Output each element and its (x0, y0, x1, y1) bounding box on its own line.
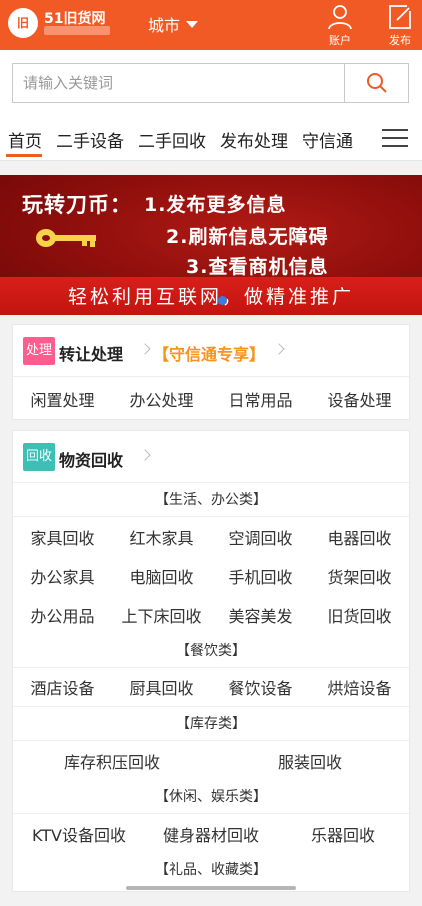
link-clothing-recycling[interactable]: 服装回收 (211, 749, 409, 773)
recycling-badge: 回收 (23, 443, 55, 471)
link-office-disposal[interactable]: 办公处理 (112, 387, 211, 411)
hamburger-icon[interactable] (382, 129, 408, 149)
transfer-header[interactable]: 处理 转让处理 【守信通专享】 (13, 325, 409, 377)
promo-banner[interactable]: 玩转刀币： 1.发布更多信息 2.刷新信息无障碍 3.查看商机信息 轻松利用互联… (0, 175, 422, 315)
link-furniture-recycling[interactable]: 家具回收 (13, 525, 112, 549)
search-bar (0, 50, 422, 115)
horizontal-scrollbar[interactable] (126, 886, 296, 890)
subheading-stock: 【库存类】 (13, 707, 409, 741)
category-nav: 首页 二手设备 二手回收 发布处理 守信通 (0, 115, 422, 161)
banner-title: 玩转刀币： (22, 193, 132, 217)
search-input[interactable] (12, 63, 344, 103)
link-shelf-recycling[interactable]: 货架回收 (310, 564, 409, 588)
logo-text: 51旧货网 (44, 11, 106, 27)
account-label: 账户 (329, 34, 351, 47)
publish-label: 发布 (389, 34, 411, 47)
link-daily-goods[interactable]: 日常用品 (211, 387, 310, 411)
app-header: 旧 51旧货网 城市 账户 发布 (0, 0, 422, 50)
link-hotel-equipment[interactable]: 酒店设备 (13, 675, 112, 699)
link-fitness-equipment-recycling[interactable]: 健身器材回收 (145, 822, 277, 846)
edit-icon (389, 5, 411, 29)
link-office-furniture[interactable]: 办公家具 (13, 564, 112, 588)
recycling-section: 回收 物资回收 【生活、办公类】 家具回收 红木家具 空调回收 电器回收 办公家… (12, 430, 410, 892)
banner-line-3: 3.查看商机信息 (186, 256, 329, 278)
banner-slogan: 轻松利用互联网，做精准推广 (67, 286, 354, 308)
key-icon (36, 229, 96, 247)
nav-item-used-recycling[interactable]: 二手回收 (136, 115, 212, 160)
link-instrument-recycling[interactable]: 乐器回收 (277, 822, 409, 846)
transfer-links: 闲置处理 办公处理 日常用品 设备处理 (13, 377, 409, 420)
recycling-row: 家具回收 红木家具 空调回收 电器回收 (13, 517, 409, 556)
link-beauty-salon[interactable]: 美容美发 (211, 603, 310, 627)
search-icon (367, 73, 387, 93)
banner-line-1: 1.发布更多信息 (144, 194, 287, 216)
logo-mark: 旧 (8, 8, 38, 38)
caret-down-icon (186, 20, 199, 28)
recycling-row: 库存积压回收 服装回收 (13, 741, 409, 780)
link-computer-recycling[interactable]: 电脑回收 (112, 564, 211, 588)
link-idle-disposal[interactable]: 闲置处理 (13, 387, 112, 411)
recycling-row: 办公用品 上下床回收 美容美发 旧货回收 (13, 595, 409, 634)
link-office-supplies[interactable]: 办公用品 (13, 603, 112, 627)
link-ac-recycling[interactable]: 空调回收 (211, 525, 310, 549)
link-appliance-recycling[interactable]: 电器回收 (310, 525, 409, 549)
subheading-gifts: 【礼品、收藏类】 (155, 862, 267, 878)
chevron-right-icon (273, 343, 285, 355)
recycling-row: 办公家具 电脑回收 手机回收 货架回收 (13, 556, 409, 595)
publish-button[interactable]: 发布 (380, 2, 420, 48)
recycling-row: 酒店设备 厨具回收 餐饮设备 烘焙设备 (13, 668, 409, 707)
transfer-section: 处理 转让处理 【守信通专享】 闲置处理 办公处理 日常用品 设备处理 (12, 324, 410, 420)
subheading-life-office: 【生活、办公类】 (13, 483, 409, 517)
search-button[interactable] (344, 63, 409, 103)
logo-subtext (44, 26, 110, 35)
nav-item-used-equipment[interactable]: 二手设备 (54, 115, 130, 160)
nav-item-home[interactable]: 首页 (6, 115, 48, 160)
recycling-header[interactable]: 回收 物资回收 (13, 431, 409, 483)
transfer-badge: 处理 (23, 337, 55, 365)
link-ktv-equipment-recycling[interactable]: KTV设备回收 (13, 822, 145, 846)
link-phone-recycling[interactable]: 手机回收 (211, 564, 310, 588)
city-selector[interactable]: 城市 (148, 12, 199, 36)
link-equipment-disposal[interactable]: 设备处理 (310, 387, 409, 411)
link-bunk-bed-recycling[interactable]: 上下床回收 (112, 603, 211, 627)
subheading-catering: 【餐饮类】 (13, 634, 409, 668)
link-catering-equipment[interactable]: 餐饮设备 (211, 675, 310, 699)
city-label: 城市 (148, 16, 181, 35)
link-overstock-recycling[interactable]: 库存积压回收 (13, 749, 211, 773)
chevron-right-icon (139, 343, 151, 355)
site-logo[interactable]: 旧 51旧货网 (8, 6, 118, 40)
recycling-row: KTV设备回收 健身器材回收 乐器回收 (13, 814, 409, 853)
user-icon (328, 5, 352, 30)
link-mahogany-furniture[interactable]: 红木家具 (112, 525, 211, 549)
account-button[interactable]: 账户 (320, 2, 360, 48)
link-baking-equipment[interactable]: 烘焙设备 (310, 675, 409, 699)
banner-indicator-dot[interactable] (218, 296, 227, 305)
recycling-title: 物资回收 (59, 451, 124, 470)
transfer-title: 转让处理 (59, 345, 124, 364)
nav-item-shouxintong[interactable]: 守信通 (300, 115, 359, 160)
subheading-leisure: 【休闲、娱乐类】 (13, 780, 409, 814)
nav-item-publish-disposal[interactable]: 发布处理 (218, 115, 294, 160)
link-used-goods-recycling[interactable]: 旧货回收 (310, 603, 409, 627)
banner-line-2: 2.刷新信息无障碍 (166, 226, 329, 248)
chevron-right-icon (139, 449, 151, 461)
vip-exclusive-label[interactable]: 【守信通专享】 (153, 341, 265, 365)
link-kitchenware-recycling[interactable]: 厨具回收 (112, 675, 211, 699)
